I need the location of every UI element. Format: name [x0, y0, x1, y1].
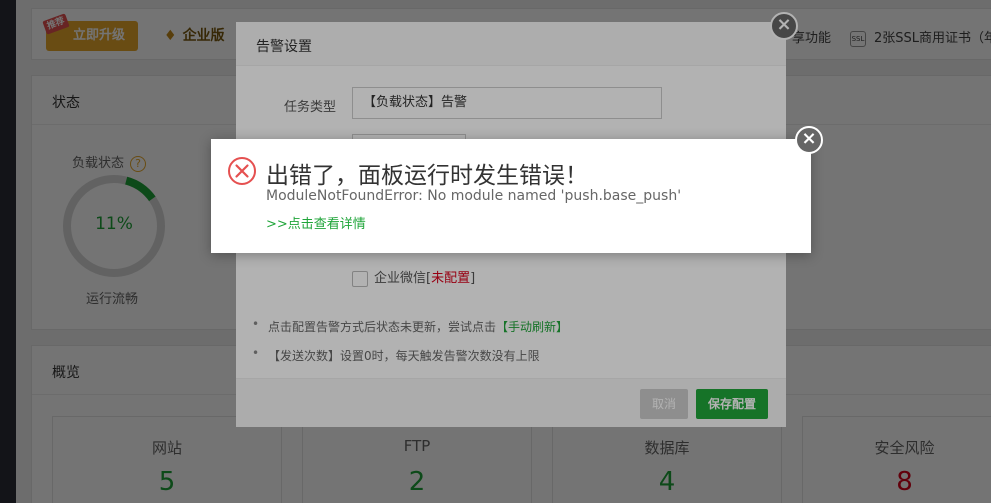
view-details-link[interactable]: >>点击查看详情	[266, 213, 366, 232]
error-x-icon	[228, 157, 256, 185]
error-popup: 出错了，面板运行时发生错误！ ModuleNotFoundError: No m…	[211, 126, 823, 253]
error-close-icon[interactable]: ×	[795, 126, 823, 154]
error-detail: ModuleNotFoundError: No module named 'pu…	[266, 188, 682, 204]
error-title: 出错了，面板运行时发生错误！	[266, 163, 588, 189]
